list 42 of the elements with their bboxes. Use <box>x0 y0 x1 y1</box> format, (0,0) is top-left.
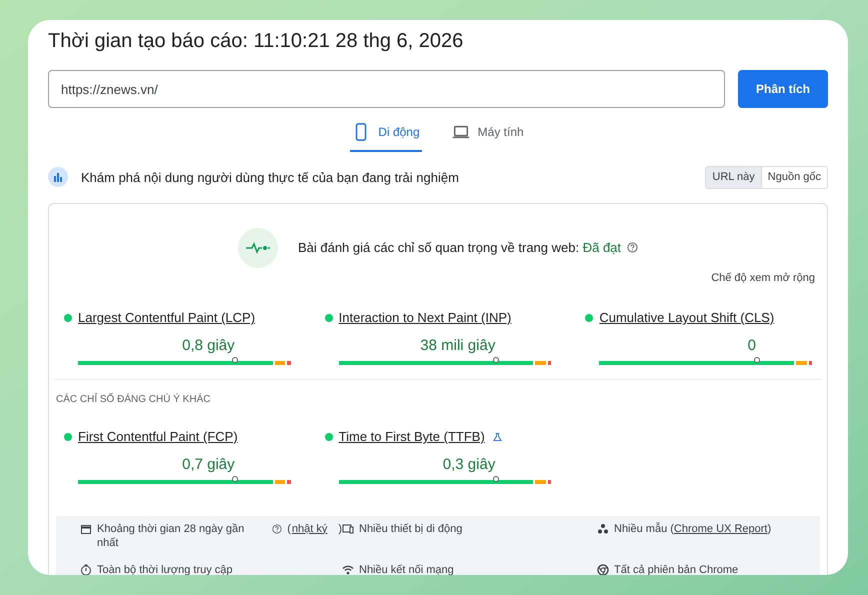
metric-value: 38 mili giây <box>419 336 496 356</box>
info-text: Tất cả phiên bản Chrome <box>614 562 738 575</box>
source-toggle[interactable]: Nguồn gốc <box>760 167 827 188</box>
report-link[interactable]: nhật ký <box>292 522 328 536</box>
chart-icon <box>48 167 68 188</box>
help-icon[interactable] <box>627 242 638 253</box>
parenthesis: ) <box>767 522 772 536</box>
help-icon[interactable] <box>272 524 282 534</box>
analyze-button[interactable]: Phân tích <box>738 70 828 108</box>
expanded-view-link[interactable]: Chế độ xem mở rộng <box>711 270 815 286</box>
metric-value: 0,3 giây <box>442 454 496 474</box>
info-text: Toàn bộ thời lượng truy cập <box>97 562 233 575</box>
info-text: Nhiều thiết bị di động <box>359 522 462 536</box>
wifi-icon <box>342 564 354 575</box>
chrome-icon <box>597 564 609 575</box>
device-tab[interactable]: Máy tính <box>450 122 526 152</box>
section-title: Khám phá nội dung người dùng thực tế của bạn đang trải nghiệm <box>81 168 459 187</box>
calendar-icon <box>80 522 92 534</box>
dots-icon <box>597 522 609 534</box>
parenthesis: ( <box>287 522 291 536</box>
metric-link[interactable]: Interaction to Next Paint (INP) <box>338 308 512 328</box>
report-link[interactable]: Chrome UX Report <box>674 522 768 536</box>
info-text: Khoảng thời gian 28 ngày gần nhất <box>97 522 246 550</box>
metric-link[interactable]: Largest Contentful Paint (LCP) <box>78 308 256 328</box>
metric-link[interactable]: Time to First Byte (TTFB) <box>338 427 485 446</box>
pulse-icon <box>238 228 278 268</box>
metric-value: 0 <box>746 336 757 356</box>
device-tab[interactable]: Di động <box>350 122 422 152</box>
metric-link[interactable]: First Contentful Paint (FCP) <box>78 427 238 446</box>
source-toggle[interactable]: URL này <box>706 167 761 188</box>
devices-icon <box>342 522 354 534</box>
info-text: Nhiều kết nối mạng <box>359 562 454 575</box>
metric-value: 0,7 giây <box>181 454 236 474</box>
section-heading: CÁC CHỈ SỐ ĐÁNG CHÚ Ý KHÁC <box>55 392 212 407</box>
parenthesis: ) <box>338 522 342 536</box>
timer-icon <box>80 564 92 575</box>
url-field[interactable]: https://znews.vn/ <box>48 70 725 108</box>
info-text: Nhiều mẫu ( <box>614 522 674 536</box>
metric-link[interactable]: Cumulative Layout Shift (CLS) <box>599 308 774 328</box>
assessment-text: Bài đánh giá các chỉ số quan trọng về trang web: Đã đạt <box>298 238 622 257</box>
report-time: Thời gian tạo báo cáo: 11:10:21 28 thg 6, 2026 <box>48 29 464 54</box>
metric-value: 0,8 giây <box>181 336 236 356</box>
